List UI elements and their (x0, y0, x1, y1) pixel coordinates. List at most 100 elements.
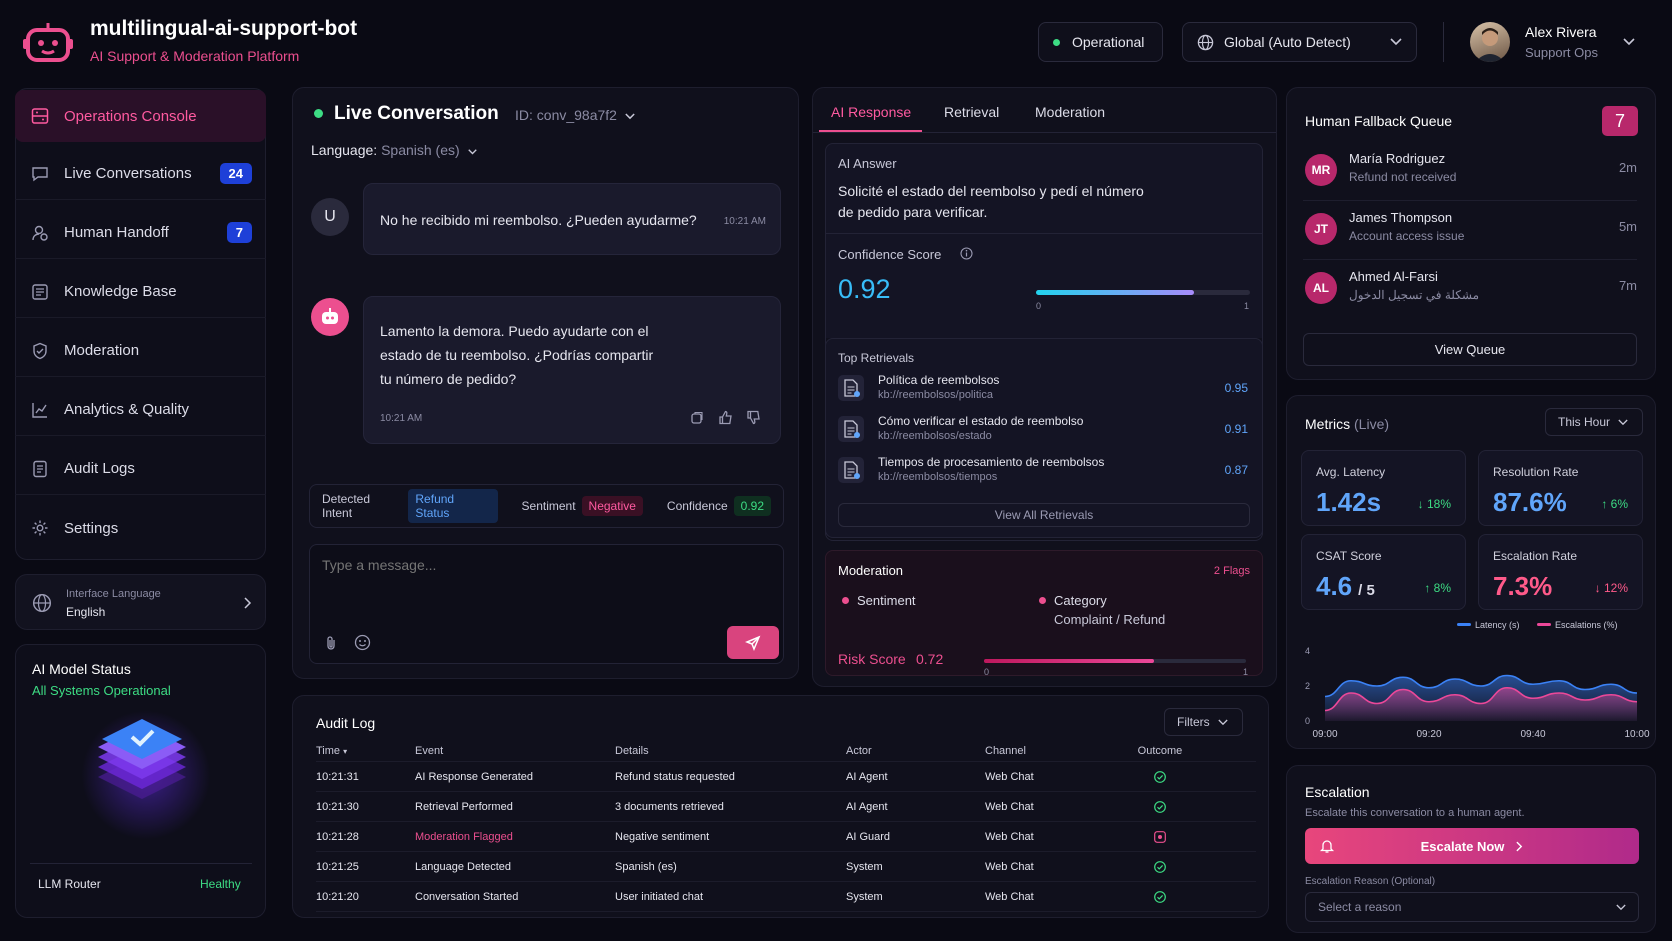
column-outcome: Outcome (1137, 744, 1183, 757)
table-row[interactable]: 10:21:31 AI Response Generated Refund stat… (316, 762, 1256, 792)
metrics-range-select[interactable]: This Hour (1545, 408, 1643, 436)
queue-issue: Account access issue (1349, 229, 1465, 243)
sidebar-item-label: Operations Console (64, 107, 197, 125)
retrieval-path: kb://reembolsos/tiempos (878, 471, 998, 483)
scale-min: 0 (1036, 301, 1042, 311)
cell-channel: Web Chat (985, 860, 1034, 873)
metric-label: Resolution Rate (1493, 465, 1579, 479)
metric-delta: ↓ 12% (1594, 581, 1628, 595)
thumbs-up-icon[interactable] (718, 410, 733, 425)
confidence-score-value: 0.92 (838, 274, 891, 304)
metric-value: 7.3% (1493, 571, 1553, 601)
metric-value: 4.6 (1316, 571, 1353, 601)
queue-item[interactable]: MR María Rodriguez Refund not received 2m (1287, 146, 1655, 202)
interface-language-select[interactable]: Interface Language English (15, 574, 266, 630)
retrieval-title[interactable]: Cómo verificar el estado de reembolso (878, 414, 1083, 428)
user-menu-chevron-icon[interactable] (1623, 38, 1635, 46)
risk-score-value: 0.72 (916, 651, 944, 667)
llm-router-label: LLM Router (38, 877, 101, 891)
attach-icon[interactable] (324, 635, 338, 651)
info-icon[interactable] (960, 247, 973, 260)
message-text: No he recibido mi reembolso. ¿Pueden ayu… (380, 212, 697, 228)
avatar[interactable] (1470, 22, 1510, 62)
metric-value: 87.6% (1493, 487, 1567, 517)
metrics-chart: Latency (s) Escalations (%) 4 2 009:00 09:20 0… (1305, 621, 1650, 740)
sidebar-item-operations-console[interactable]: Operations Console (15, 90, 266, 142)
cell-event: Moderation Flagged (415, 830, 513, 843)
sidebar-item-moderation[interactable]: Moderation (15, 325, 266, 377)
column-event: Event (415, 744, 444, 757)
table-row[interactable]: 10:21:28 Moderation Flagged Negative senti… (316, 822, 1256, 852)
queue-age: 2m (1618, 160, 1637, 175)
tab-retrieval[interactable]: Retrieval (944, 104, 999, 120)
handoff-icon (31, 224, 49, 242)
resolution-rate-card: Resolution Rate 87.6% ↑ 6% (1478, 450, 1643, 526)
gear-icon (31, 519, 49, 537)
emoji-icon[interactable] (354, 634, 371, 651)
retrieval-title[interactable]: Tiempos de procesamiento de reembolsos (878, 455, 1104, 469)
queue-item[interactable]: AL Ahmed Al-Farsi مشكلة في تسجيل الدخول 7m (1287, 264, 1655, 320)
chevron-down-icon (1218, 719, 1228, 725)
metric-label: CSAT Score (1316, 549, 1382, 563)
audit-log-table: Time ▾ Event Details Actor Channel Outco… (316, 740, 1256, 912)
scale-max: 1 (1244, 301, 1250, 311)
region-select[interactable]: Global (Auto Detect) (1182, 22, 1417, 62)
interface-language-value: English (66, 605, 106, 619)
sidebar-item-settings[interactable]: Settings (15, 502, 266, 554)
interface-language-label: Interface Language (66, 588, 161, 600)
divider (30, 863, 252, 864)
cell-actor: AI Agent (846, 800, 888, 813)
sidebar-item-label: Audit Logs (64, 460, 135, 477)
retrieval-title[interactable]: Política de reembolsos (878, 373, 999, 387)
table-row[interactable]: 10:21:20 Conversation Started User initiat… (316, 882, 1256, 912)
divider (1303, 200, 1637, 201)
cell-outcome (1130, 890, 1190, 903)
queue-name: María Rodriguez (1349, 151, 1446, 166)
cell-details: User initiated chat (615, 890, 704, 903)
column-time[interactable]: Time ▾ (316, 745, 415, 757)
tab-moderation[interactable]: Moderation (1035, 104, 1105, 120)
table-header: Time ▾ Event Details Actor Channel Outco… (316, 740, 1256, 762)
view-queue-button[interactable]: View Queue (1303, 333, 1637, 366)
metric-delta: ↓ 18% (1417, 497, 1451, 511)
sidebar-item-knowledge-base[interactable]: Knowledge Base (15, 266, 266, 318)
message-text: Lamento la demora. Puedo ayudarte con el… (380, 323, 654, 387)
moderation-category-value: Complaint / Refund (1054, 612, 1166, 627)
status-dot-icon (1053, 38, 1060, 46)
metrics-range-value: This Hour (1558, 415, 1611, 429)
document-icon (838, 416, 864, 442)
table-row[interactable]: 10:21:30 Retrieval Performed 3 documents r… (316, 792, 1256, 822)
globe-icon (1197, 34, 1214, 51)
send-button[interactable] (727, 626, 779, 659)
escalate-now-button[interactable]: Escalate Now (1305, 828, 1639, 864)
bot-message: Lamento la demora. Puedo ayudarte con el… (363, 296, 781, 444)
queue-avatar: MR (1305, 154, 1337, 186)
copy-icon[interactable] (690, 411, 704, 425)
filters-button[interactable]: Filters (1164, 708, 1243, 736)
cell-event: AI Response Generated (415, 770, 534, 783)
intent-label: Detected Intent (322, 492, 371, 520)
queue-item[interactable]: JT James Thompson Account access issue 5m (1287, 205, 1655, 261)
view-all-retrievals-button[interactable]: View All Retrievals (838, 503, 1250, 527)
sidebar-item-human-handoff[interactable]: Human Handoff 7 (15, 207, 266, 259)
sidebar-item-label: Human Handoff (64, 224, 169, 241)
sidebar-item-live-conversations[interactable]: Live Conversations 24 (15, 148, 266, 200)
queue-age: 5m (1618, 219, 1637, 234)
sidebar-item-audit-logs[interactable]: Audit Logs (15, 443, 266, 495)
thumbs-down-icon[interactable] (746, 410, 761, 425)
conversation-id-select[interactable]: ID: conv_98a7f2 (515, 107, 635, 123)
tab-ai-response[interactable]: AI Response (831, 104, 911, 120)
table-row[interactable]: 10:21:25 Language Detected Spanish (es) Sys… (316, 852, 1256, 882)
risk-bar-track (984, 659, 1246, 663)
sidebar-item-analytics[interactable]: Analytics & Quality (15, 384, 266, 436)
language-select[interactable]: Language: Spanish (es) (311, 142, 477, 158)
legend-label: Escalations (%) (1555, 621, 1618, 630)
csat-score-card: CSAT Score 4.6 / 5 ↑ 8% (1301, 534, 1466, 610)
column-actor: Actor (846, 744, 872, 757)
system-status-pill[interactable]: Operational (1038, 22, 1163, 62)
message-input[interactable] (322, 557, 762, 573)
confidence-bar-track (1036, 290, 1250, 295)
reason-select[interactable]: Select a reason (1305, 892, 1639, 922)
cell-outcome (1130, 860, 1190, 873)
app-subtitle: AI Support & Moderation Platform (90, 48, 300, 64)
